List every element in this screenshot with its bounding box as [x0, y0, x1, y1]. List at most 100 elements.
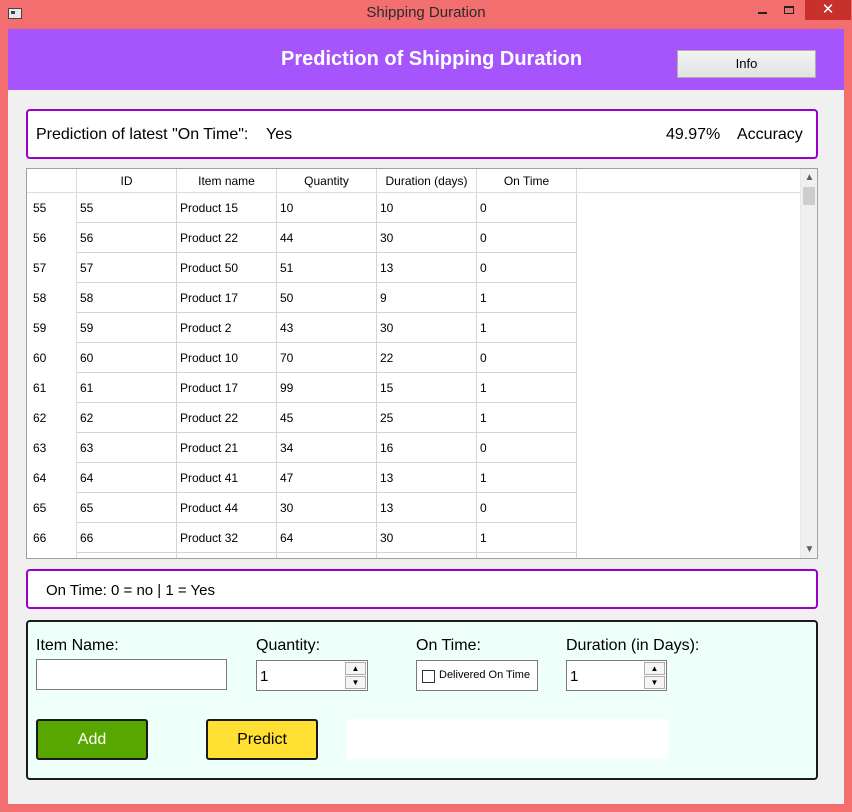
cell-id[interactable]: 57 — [77, 253, 177, 283]
cell-quantity[interactable]: 45 — [277, 403, 377, 433]
cell-on-time[interactable]: 0 — [477, 343, 577, 373]
cell-on-time[interactable]: 0 — [477, 493, 577, 523]
cell-id[interactable]: 61 — [77, 373, 177, 403]
row-header[interactable]: 58 — [27, 283, 77, 313]
table-row[interactable]: 57 57 Product 50 51 13 0 — [27, 253, 802, 283]
column-header-id[interactable]: ID — [77, 169, 177, 193]
cell-on-time[interactable]: 1 — [477, 403, 577, 433]
row-header[interactable]: 64 — [27, 463, 77, 493]
cell-quantity[interactable]: 43 — [277, 313, 377, 343]
scroll-down-icon[interactable]: ▼ — [801, 541, 817, 558]
row-header[interactable]: 65 — [27, 493, 77, 523]
cell-duration[interactable]: 30 — [377, 223, 477, 253]
cell-quantity[interactable]: 70 — [277, 343, 377, 373]
cell-item-name[interactable]: Product 32 — [177, 523, 277, 553]
scroll-thumb[interactable] — [803, 187, 815, 205]
row-header[interactable]: 57 — [27, 253, 77, 283]
quantity-stepper[interactable]: 1 ▲ ▼ — [256, 660, 368, 691]
minimize-button[interactable] — [750, 0, 774, 20]
cell-on-time[interactable]: 0 — [477, 433, 577, 463]
cell-id[interactable] — [77, 553, 177, 558]
cell-on-time[interactable]: 1 — [477, 373, 577, 403]
cell-on-time[interactable] — [477, 553, 577, 558]
duration-up-icon[interactable]: ▲ — [644, 662, 665, 675]
add-button[interactable]: Add — [36, 719, 148, 760]
cell-duration[interactable]: 25 — [377, 403, 477, 433]
cell-duration[interactable]: 16 — [377, 433, 477, 463]
cell-item-name[interactable]: Product 41 — [177, 463, 277, 493]
cell-item-name[interactable]: Product 50 — [177, 253, 277, 283]
cell-id[interactable]: 58 — [77, 283, 177, 313]
cell-duration[interactable]: 13 — [377, 493, 477, 523]
scroll-up-icon[interactable]: ▲ — [801, 169, 817, 186]
cell-item-name[interactable]: Product 2 — [177, 313, 277, 343]
cell-duration[interactable]: 13 — [377, 253, 477, 283]
cell-duration[interactable]: 9 — [377, 283, 477, 313]
table-row[interactable]: 55 55 Product 15 10 10 0 — [27, 193, 802, 223]
cell-duration[interactable]: 10 — [377, 193, 477, 223]
cell-quantity[interactable] — [277, 553, 377, 558]
table-row[interactable]: 60 60 Product 10 70 22 0 — [27, 343, 802, 373]
cell-duration[interactable]: 15 — [377, 373, 477, 403]
cell-item-name[interactable]: Product 10 — [177, 343, 277, 373]
data-table[interactable]: ID Item name Quantity Duration (days) On… — [26, 168, 818, 559]
column-header-duration[interactable]: Duration (days) — [377, 169, 477, 193]
cell-on-time[interactable]: 1 — [477, 313, 577, 343]
predict-button[interactable]: Predict — [206, 719, 318, 760]
table-row[interactable]: 64 64 Product 41 47 13 1 — [27, 463, 802, 493]
cell-id[interactable]: 55 — [77, 193, 177, 223]
cell-on-time[interactable]: 1 — [477, 463, 577, 493]
table-row[interactable]: 59 59 Product 2 43 30 1 — [27, 313, 802, 343]
cell-duration[interactable]: 30 — [377, 523, 477, 553]
row-header[interactable]: 66 — [27, 523, 77, 553]
cell-quantity[interactable]: 44 — [277, 223, 377, 253]
row-header[interactable]: 60 — [27, 343, 77, 373]
cell-quantity[interactable]: 64 — [277, 523, 377, 553]
table-row[interactable]: 61 61 Product 17 99 15 1 — [27, 373, 802, 403]
column-header-item-name[interactable]: Item name — [177, 169, 277, 193]
cell-id[interactable]: 65 — [77, 493, 177, 523]
column-header-on-time[interactable]: On Time — [477, 169, 577, 193]
cell-quantity[interactable]: 50 — [277, 283, 377, 313]
cell-duration[interactable]: 30 — [377, 313, 477, 343]
table-row[interactable]: 66 66 Product 32 64 30 1 — [27, 523, 802, 553]
row-header[interactable]: 63 — [27, 433, 77, 463]
row-header[interactable] — [27, 553, 77, 558]
row-header[interactable]: 62 — [27, 403, 77, 433]
cell-quantity[interactable]: 10 — [277, 193, 377, 223]
item-name-input[interactable] — [36, 659, 227, 690]
quantity-up-icon[interactable]: ▲ — [345, 662, 366, 675]
table-corner[interactable] — [27, 169, 77, 193]
row-header[interactable]: 61 — [27, 373, 77, 403]
cell-item-name[interactable]: Product 15 — [177, 193, 277, 223]
cell-on-time[interactable]: 0 — [477, 223, 577, 253]
cell-quantity[interactable]: 99 — [277, 373, 377, 403]
on-time-checkbox[interactable] — [422, 670, 435, 683]
table-row[interactable]: 58 58 Product 17 50 9 1 — [27, 283, 802, 313]
quantity-down-icon[interactable]: ▼ — [345, 676, 366, 689]
cell-on-time[interactable]: 0 — [477, 193, 577, 223]
cell-id[interactable]: 62 — [77, 403, 177, 433]
row-header[interactable]: 55 — [27, 193, 77, 223]
duration-stepper[interactable]: 1 ▲ ▼ — [566, 660, 667, 691]
duration-down-icon[interactable]: ▼ — [644, 676, 665, 689]
row-header[interactable]: 59 — [27, 313, 77, 343]
table-row[interactable]: 65 65 Product 44 30 13 0 — [27, 493, 802, 523]
on-time-checkbox-label[interactable]: Delivered On Time — [439, 669, 530, 681]
cell-duration[interactable]: 22 — [377, 343, 477, 373]
info-button[interactable]: Info — [677, 50, 816, 78]
cell-item-name[interactable]: Product 21 — [177, 433, 277, 463]
cell-id[interactable]: 64 — [77, 463, 177, 493]
cell-on-time[interactable]: 1 — [477, 283, 577, 313]
cell-quantity[interactable]: 30 — [277, 493, 377, 523]
column-header-quantity[interactable]: Quantity — [277, 169, 377, 193]
cell-on-time[interactable]: 1 — [477, 523, 577, 553]
cell-item-name[interactable]: Product 22 — [177, 403, 277, 433]
cell-id[interactable]: 66 — [77, 523, 177, 553]
maximize-button[interactable] — [777, 0, 801, 20]
table-row[interactable]: 62 62 Product 22 45 25 1 — [27, 403, 802, 433]
vertical-scrollbar[interactable]: ▲ ▼ — [800, 169, 817, 558]
table-row[interactable]: 63 63 Product 21 34 16 0 — [27, 433, 802, 463]
cell-item-name[interactable] — [177, 553, 277, 558]
cell-quantity[interactable]: 47 — [277, 463, 377, 493]
